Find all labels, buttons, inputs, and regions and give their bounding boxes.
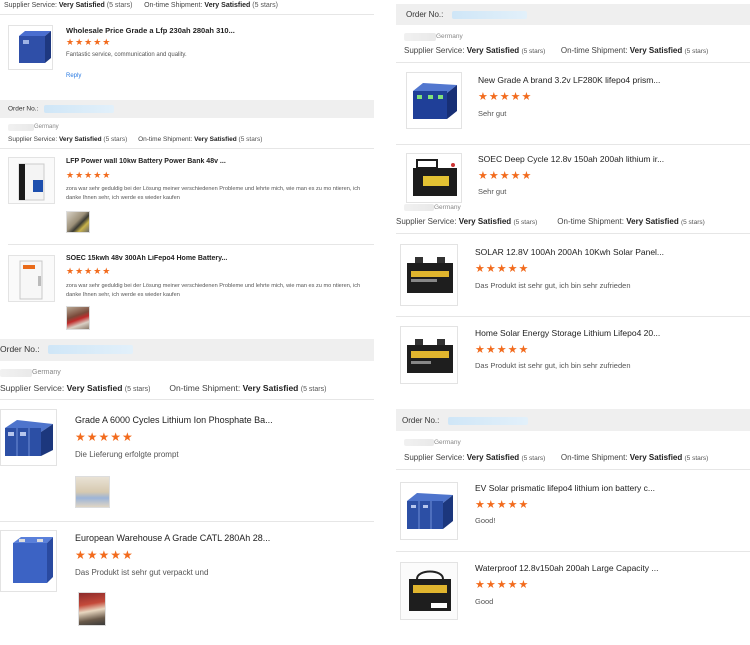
order-header: Order No.:: [0, 100, 374, 118]
order-number-redacted: [44, 105, 115, 113]
buyer-country: Germany: [34, 124, 59, 130]
product-title[interactable]: Home Solar Energy Storage Lithium Lifepo…: [475, 328, 675, 338]
buyer-country: Germany: [434, 439, 461, 446]
divider: [396, 233, 750, 234]
rating-stars: ★★★★★: [475, 344, 530, 356]
solar-battery-image: [407, 257, 453, 293]
product-title[interactable]: European Warehouse A Grade CATL 280Ah 28…: [75, 533, 285, 543]
rating-stars: ★★★★★: [475, 579, 530, 591]
review-text: Sehr gut: [478, 187, 507, 196]
order-number-redacted: [447, 416, 528, 425]
product-thumbnail[interactable]: [8, 157, 55, 204]
order-number-redacted: [48, 345, 134, 355]
review-photo[interactable]: [75, 476, 110, 508]
product-title[interactable]: New Grade A brand 3.2v LF280K lifepo4 pr…: [478, 75, 678, 85]
product-title[interactable]: Waterproof 12.8v150ah 200ah Large Capaci…: [475, 563, 675, 573]
product-title[interactable]: SOLAR 12.8V 100Ah 200Ah 10Kwh Solar Pane…: [475, 247, 675, 257]
divider: [0, 399, 374, 400]
divider: [396, 469, 750, 470]
buyer-country: Germany: [32, 369, 61, 376]
buyer-name-redacted: [404, 204, 434, 211]
waterproof-battery-image: [401, 563, 457, 619]
rating-stars: ★★★★★: [66, 37, 112, 47]
battery-pack-image: [5, 420, 53, 456]
order-header: Order No.:: [396, 4, 750, 25]
product-thumbnail[interactable]: [400, 482, 458, 540]
supplier-rating-line: Supplier Service: Very Satisfied (5 star…: [8, 136, 263, 143]
rating-stars: ★★★★★: [478, 170, 533, 182]
column-gap: [388, 0, 396, 645]
reply-link[interactable]: Reply: [66, 73, 81, 79]
lifepo4-battery-image: [407, 339, 453, 373]
review-text: Sehr gut: [478, 109, 507, 118]
rating-stars: ★★★★★: [66, 266, 112, 276]
divider: [0, 148, 374, 149]
product-title[interactable]: SOEC 15kwh 48v 300Ah LiFepo4 Home Batter…: [66, 255, 266, 262]
rating-stars: ★★★★★: [475, 263, 530, 275]
supplier-rating-line: Supplier Service: Very Satisfied (5 star…: [0, 383, 327, 393]
product-title[interactable]: Grade A 6000 Cycles Lithium Ion Phosphat…: [75, 415, 285, 425]
buyer-country: Germany: [434, 204, 461, 211]
review-photo[interactable]: [66, 211, 90, 233]
divider: [0, 521, 374, 522]
product-thumbnail[interactable]: [400, 326, 458, 384]
home-battery-image: [9, 256, 54, 301]
divider: [396, 144, 750, 145]
powerwall-image: [9, 158, 54, 203]
review-text: Das Produkt ist sehr gut verpackt und: [75, 568, 209, 577]
divider: [8, 244, 374, 245]
battery-cell-image: [19, 31, 51, 63]
product-title[interactable]: SOEC Deep Cycle 12.8v 150ah 200ah lithiu…: [478, 154, 678, 164]
product-title[interactable]: LFP Power wall 10kw Battery Power Bank 4…: [66, 158, 266, 165]
product-title[interactable]: Wholesale Price Grade a Lfp 230ah 280ah …: [66, 26, 266, 35]
review-text: Die Lieferung erfolgte prompt: [75, 450, 179, 459]
divider: [396, 316, 750, 317]
review-text: Das Produkt ist sehr gut, ich bin sehr z…: [475, 361, 631, 370]
product-thumbnail[interactable]: [8, 25, 53, 70]
buyer-name-redacted: [0, 369, 32, 377]
divider: [396, 62, 750, 63]
product-thumbnail[interactable]: [400, 244, 458, 306]
supplier-rating-line: Supplier Service: Very Satisfied (5 star…: [404, 453, 709, 462]
order-header: Order No.:: [0, 339, 374, 361]
prismatic-cell-image: [13, 537, 53, 583]
product-thumbnail[interactable]: [0, 530, 57, 592]
buyer-name-redacted: [8, 124, 34, 131]
review-text: Good!: [475, 516, 496, 525]
rating-stars: ★★★★★: [75, 430, 134, 444]
order-header: Order No.:: [396, 409, 750, 431]
product-thumbnail[interactable]: [0, 409, 57, 466]
buyer-name-redacted: [404, 33, 436, 41]
buyer-name-redacted: [404, 439, 434, 446]
lf280k-cell-image: [413, 83, 457, 119]
supplier-rating-line: Supplier Service: Very Satisfied (5 star…: [404, 46, 709, 55]
buyer-country: Germany: [436, 33, 463, 40]
order-number-redacted: [451, 10, 527, 19]
product-thumbnail[interactable]: [400, 562, 458, 620]
review-text: Good: [475, 597, 494, 606]
ev-prismatic-cell-image: [407, 493, 453, 529]
product-thumbnail[interactable]: [406, 153, 462, 203]
product-title[interactable]: EV Solar prismatic lifepo4 lithium ion b…: [475, 483, 675, 493]
rating-stars: ★★★★★: [75, 548, 134, 562]
review-photo[interactable]: [66, 306, 90, 330]
deep-cycle-battery-image: [413, 159, 457, 196]
review-text: zora war sehr geduldig bei der Lösung me…: [66, 186, 361, 201]
divider: [396, 551, 750, 552]
supplier-rating-line: Supplier Service: Very Satisfied (5 star…: [4, 2, 278, 9]
review-photo[interactable]: [78, 592, 106, 626]
rating-stars: ★★★★★: [478, 91, 533, 103]
divider: [0, 14, 374, 15]
review-text: zora war sehr geduldig bei der Lösung me…: [66, 283, 361, 298]
product-thumbnail[interactable]: [8, 255, 55, 302]
product-thumbnail[interactable]: [406, 72, 462, 129]
rating-stars: ★★★★★: [475, 499, 530, 511]
review-text: Das Produkt ist sehr gut, ich bin sehr z…: [475, 281, 631, 290]
supplier-rating-line: Supplier Service: Very Satisfied (5 star…: [396, 217, 705, 226]
rating-stars: ★★★★★: [66, 170, 112, 180]
review-text: Fantastic service, communication and qua…: [66, 52, 187, 58]
